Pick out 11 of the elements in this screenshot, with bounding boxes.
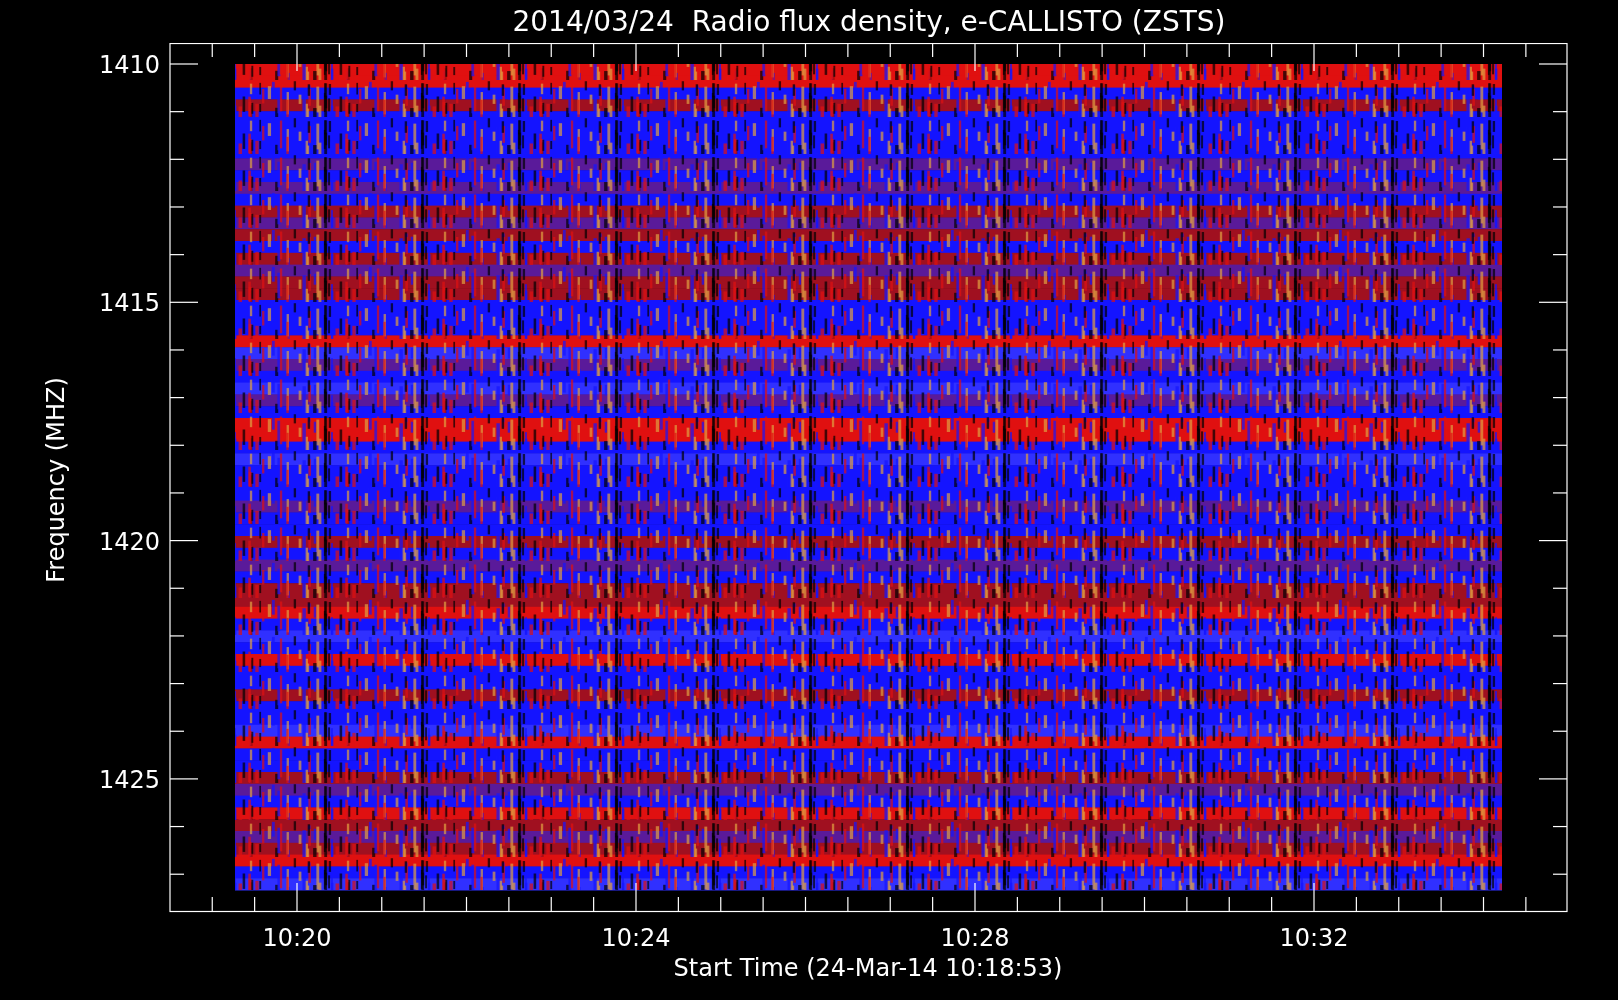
y-tick-label: 1415 — [98, 289, 160, 318]
x-axis-title: Start Time (24-Mar-14 10:18:53) — [673, 954, 1063, 982]
y-tick-label: 1410 — [98, 51, 160, 79]
y-tick-label: 1425 — [98, 765, 160, 794]
plot-title: 2014/03/24 Radio flux density, e-CALLISTO (ZSTS) — [512, 7, 1226, 36]
x-tick-label: 10:32 — [1279, 924, 1349, 952]
y-tick-label: 1420 — [98, 527, 160, 556]
y-axis-title: Frequency (MHZ) — [42, 377, 70, 583]
x-tick-label: 10:28 — [940, 924, 1010, 952]
x-tick-label: 10:20 — [262, 924, 332, 952]
x-tick-label: 10:24 — [601, 924, 671, 952]
